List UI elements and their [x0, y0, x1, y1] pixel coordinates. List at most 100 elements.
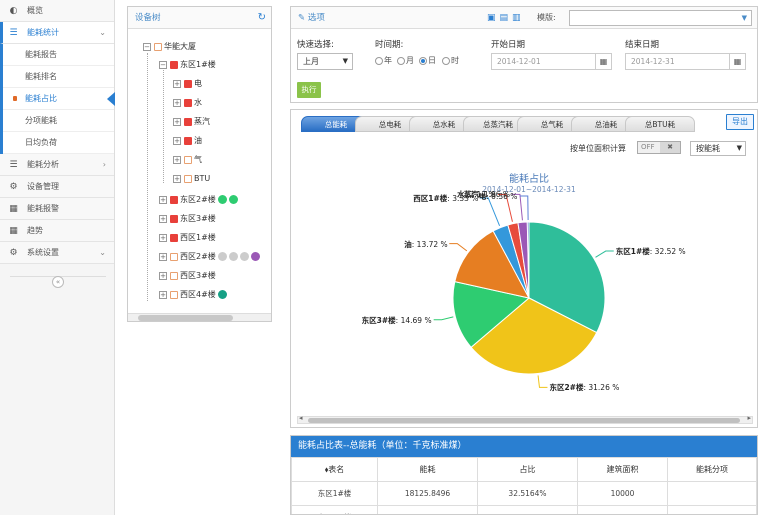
pie-leader-line	[480, 197, 501, 226]
sub-itemized-energy[interactable]: 分项能耗	[3, 110, 114, 132]
status-dot	[228, 252, 238, 261]
radio-year[interactable]: 年	[375, 55, 392, 66]
by-energy-select[interactable]: 按能耗 ▼	[690, 141, 746, 156]
radio-day[interactable]: 日	[419, 55, 436, 66]
pie-slice-label: 电: 0.36 %	[478, 192, 518, 201]
checkbox[interactable]	[170, 271, 178, 280]
tree-node-steam[interactable]: + 蒸汽	[173, 115, 210, 129]
checkbox[interactable]	[184, 98, 192, 107]
checkbox[interactable]	[170, 233, 178, 242]
expand-icon[interactable]: +	[173, 174, 181, 183]
tree-node-west3[interactable]: + 西区3#楼	[159, 269, 216, 283]
checkbox[interactable]	[184, 174, 192, 183]
table-row[interactable]: 东区1#楼 18125.8496 32.5164% 10000	[291, 481, 757, 506]
col-header[interactable]: 建筑面积	[577, 457, 668, 482]
tree-node-zone3[interactable]: + 东区3#楼	[159, 212, 216, 226]
checkbox[interactable]	[184, 155, 192, 164]
tree-horizontal-scrollbar[interactable]	[128, 313, 271, 321]
collapse-icon[interactable]: −	[159, 60, 167, 69]
checkbox[interactable]	[154, 42, 162, 51]
options-header: ✎ 选项 ▣▤▥ 模版: ▼	[291, 7, 757, 29]
sub-daily-load[interactable]: 日均负荷	[3, 132, 114, 154]
col-header[interactable]: 能耗	[377, 457, 478, 482]
tree-node-btu[interactable]: + BTU	[173, 172, 210, 186]
tree-node-zone1[interactable]: − 东区1#楼	[159, 58, 216, 72]
expand-icon[interactable]: +	[173, 79, 181, 88]
expand-icon[interactable]: +	[159, 195, 167, 204]
nav-device-mgmt[interactable]: ⚙ 设备管理	[0, 176, 114, 198]
calendar-icon[interactable]: ▦	[729, 54, 745, 69]
energy-stats-submenu: 能耗报告 能耗排名 能耗占比 分项能耗 日均负荷	[0, 44, 115, 154]
tree-node-oil[interactable]: + 油	[173, 134, 202, 148]
chart-horizontal-scrollbar[interactable]	[297, 414, 753, 424]
per-area-label: 按单位面积计算	[570, 144, 626, 153]
gear-icon: ⚙	[9, 248, 18, 258]
expand-icon[interactable]: +	[159, 214, 167, 223]
expand-icon[interactable]: +	[159, 271, 167, 280]
col-header[interactable]: ⬧表名	[291, 457, 378, 482]
calendar-icon[interactable]: ▦	[595, 54, 611, 69]
tree-node-root[interactable]: − 华能大厦	[143, 40, 196, 54]
sidebar-collapse: «	[10, 276, 106, 288]
close-icon: ✖	[660, 142, 680, 153]
pie-leader-line	[537, 375, 548, 388]
quick-select[interactable]: 上月 ▼	[297, 53, 353, 70]
expand-icon[interactable]: +	[173, 155, 181, 164]
expand-icon[interactable]: +	[159, 252, 167, 261]
checkbox[interactable]	[170, 60, 178, 69]
save-icon[interactable]: ▣	[487, 13, 500, 23]
end-date-input[interactable]: 2014-12-31 ▦	[625, 53, 746, 70]
execute-button[interactable]: 执行	[297, 82, 321, 98]
nav-trend[interactable]: ▦ 趋势	[0, 220, 114, 242]
checkbox[interactable]	[170, 214, 178, 223]
scrollbar-thumb[interactable]	[138, 315, 233, 321]
tree-node-water[interactable]: + 水	[173, 96, 202, 110]
double-chevron-left-icon[interactable]: «	[52, 276, 64, 288]
sub-energy-ranking[interactable]: 能耗排名	[3, 66, 114, 88]
trash-icon[interactable]: ▥	[512, 13, 525, 23]
radio-hour[interactable]: 时	[442, 55, 459, 66]
nav-overview[interactable]: ◐ 概览	[0, 0, 114, 22]
table-cell	[667, 505, 757, 514]
nav-energy-alarm[interactable]: ▦ 能耗报警	[0, 198, 114, 220]
expand-icon[interactable]: +	[173, 136, 181, 145]
tree-node-west2[interactable]: + 西区2#楼	[159, 250, 260, 264]
expand-icon[interactable]: +	[173, 117, 181, 126]
expand-icon[interactable]: +	[173, 98, 181, 107]
pie-slice-label: 东区3#楼: 14.69 %	[361, 315, 432, 325]
sub-energy-report[interactable]: 能耗报告	[3, 44, 114, 66]
col-header[interactable]: 占比	[477, 457, 578, 482]
export-button[interactable]: 导出	[726, 114, 754, 130]
start-date-input[interactable]: 2014-12-01 ▦	[491, 53, 612, 70]
tree-node-west4[interactable]: + 西区4#楼	[159, 288, 227, 302]
table-row[interactable]: 东区2#楼 17427.886 31.2643% 10000	[291, 505, 757, 514]
radio-circle	[375, 56, 383, 65]
per-area-toggle[interactable]: OFF ✖	[637, 141, 681, 154]
checkbox[interactable]	[184, 79, 192, 88]
chevron-right-icon: ›	[102, 160, 106, 169]
expand-icon[interactable]: +	[159, 290, 167, 299]
checkbox[interactable]	[184, 117, 192, 126]
tree-node-electric[interactable]: + 电	[173, 77, 202, 91]
scrollbar-thumb[interactable]	[308, 418, 740, 423]
nav-settings[interactable]: ⚙ 系统设置 ⌄	[0, 242, 114, 264]
save-as-icon[interactable]: ▤	[500, 13, 513, 23]
radio-month[interactable]: 月	[397, 55, 414, 66]
tree-node-zone2[interactable]: + 东区2#楼	[159, 193, 238, 207]
checkbox[interactable]	[170, 195, 178, 204]
tab-total-btu[interactable]: 总BTU耗	[625, 116, 695, 132]
col-header[interactable]: 能耗分项	[667, 457, 757, 482]
collapse-icon[interactable]: −	[143, 42, 151, 51]
tree-node-gas[interactable]: + 气	[173, 153, 202, 167]
nav-energy-analysis[interactable]: ☰ 能耗分析 ›	[0, 154, 114, 176]
radio-circle	[397, 56, 405, 65]
nav-energy-stats[interactable]: ☰ 能耗统计 ⌄	[0, 22, 114, 44]
refresh-icon[interactable]: ↻	[258, 7, 266, 29]
checkbox[interactable]	[184, 136, 192, 145]
checkbox[interactable]	[170, 252, 178, 261]
template-select[interactable]: ▼	[569, 10, 752, 26]
sub-energy-share[interactable]: 能耗占比	[3, 88, 115, 110]
tree-node-west1[interactable]: + 西区1#楼	[159, 231, 216, 245]
checkbox[interactable]	[170, 290, 178, 299]
expand-icon[interactable]: +	[159, 233, 167, 242]
